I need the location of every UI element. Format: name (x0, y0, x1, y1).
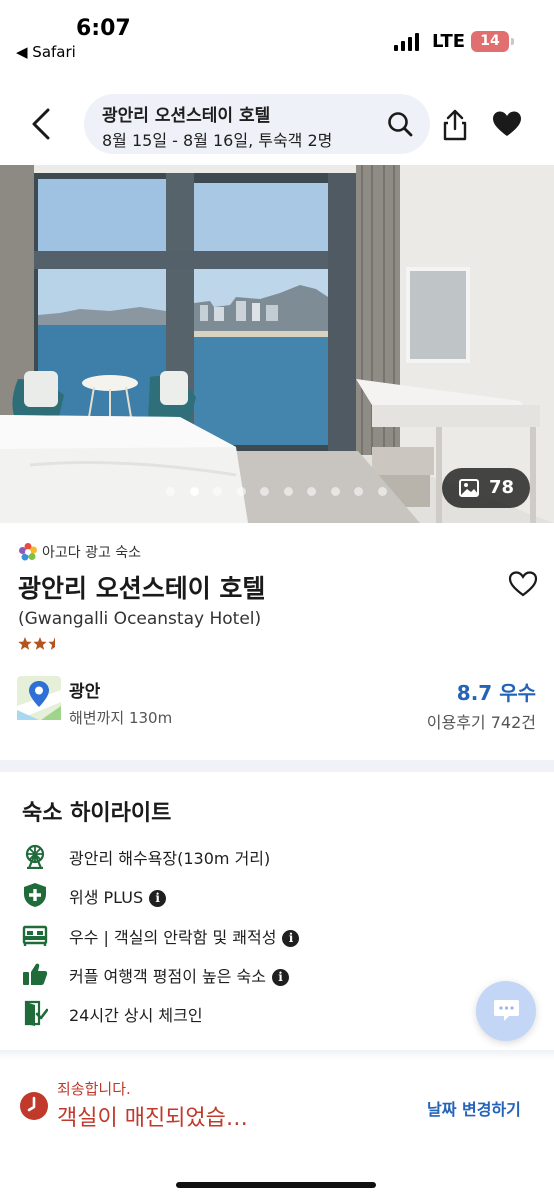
gallery-dot[interactable] (377, 487, 387, 496)
gallery-dot[interactable] (189, 487, 199, 496)
gallery-dot[interactable] (307, 487, 316, 496)
search-icon[interactable] (386, 110, 414, 138)
location-distance: 해변까지 130m (69, 709, 173, 727)
ad-tag-label: 아고다 광고 숙소 (42, 545, 142, 561)
highlight-label: 광안리 해수욕장(130m 거리) (69, 849, 271, 868)
highlight-label: 위생 PLUS (69, 888, 144, 907)
chat-bubble-icon (494, 1000, 519, 1021)
highlight-item-checkin: 24시간 상시 체크인 (22, 997, 522, 1029)
review-count[interactable]: 이용후기 742건 (427, 709, 536, 733)
section-divider (0, 760, 554, 772)
top-header: 광안리 오션스테이 호텔 8월 15일 - 8월 16일, 투숙객 2명 (0, 90, 554, 156)
hotel-name: 광안리 오션스테이 호텔 (18, 574, 266, 603)
search-summary-pill[interactable]: 광안리 오션스테이 호텔 8월 15일 - 8월 16일, 투숙객 2명 (84, 94, 430, 154)
hotel-name-english: (Gwangalli Oceanstay Hotel) (18, 609, 262, 629)
share-icon[interactable] (440, 108, 470, 142)
battery-icon: 14 (471, 31, 514, 52)
gallery-dot[interactable] (213, 487, 222, 496)
home-indicator[interactable] (176, 1182, 376, 1188)
photo-count-button[interactable]: 78 (442, 468, 530, 508)
back-button[interactable] (22, 104, 62, 144)
info-icon[interactable]: i (271, 969, 289, 986)
highlight-item-hygiene: 위생 PLUS i (22, 879, 522, 911)
highlight-item-couples: 커플 여행객 평점이 높은 숙소 i (22, 958, 522, 990)
review-score[interactable]: 8.7 우수 (457, 677, 536, 706)
photo-count: 78 (489, 477, 515, 498)
change-dates-button[interactable]: 날짜 변경하기 (427, 1096, 521, 1120)
health-shield-icon (24, 883, 46, 907)
back-icon (32, 108, 50, 140)
network-type: LTE (432, 31, 466, 52)
chat-button[interactable] (476, 981, 536, 1041)
gallery-dot[interactable] (354, 487, 363, 496)
info-icon[interactable]: i (149, 890, 167, 907)
bottom-bar-shadow (0, 1050, 554, 1060)
gallery-dot[interactable] (260, 487, 269, 496)
gallery-dot[interactable] (283, 487, 293, 496)
highlight-label: 24시간 상시 체크인 (69, 1006, 203, 1025)
search-hotel-name: 광안리 오션스테이 호텔 (102, 106, 271, 126)
highlight-label: 우수 | 객실의 안락함 및 쾌적성 (69, 928, 277, 947)
back-to-safari-link[interactable]: ◀ Safari (16, 43, 76, 61)
heart-icon[interactable] (492, 110, 522, 138)
thumbs-up-icon (23, 963, 48, 985)
heart-outline-icon[interactable] (508, 570, 538, 598)
checkin-door-icon (24, 1000, 48, 1026)
ferris-wheel-icon (25, 844, 45, 869)
info-icon[interactable]: i (282, 930, 300, 947)
status-bar: 6:07 ◀ Safari LTE 14 (0, 0, 554, 80)
star-rating-icon (18, 637, 55, 650)
cellular-signal-icon (394, 33, 420, 51)
highlight-label: 커플 여행객 평점이 높은 숙소 (69, 967, 266, 986)
agoda-logo-icon (19, 543, 37, 561)
sold-out-apology: 죄송합니다. (57, 1080, 131, 1098)
map-pin-icon[interactable] (17, 676, 61, 720)
highlight-item-beach: 광안리 해수욕장(130m 거리) (22, 840, 522, 872)
highlights-title: 숙소 하이라이트 (22, 801, 172, 826)
sold-out-message: 객실이 매진되었습… (57, 1106, 248, 1131)
search-dates-guests: 8월 15일 - 8월 16일, 투숙객 2명 (102, 131, 333, 150)
status-time: 6:07 (76, 16, 131, 41)
image-icon (459, 479, 479, 497)
bed-icon (22, 925, 48, 946)
highlight-item-comfort: 우수 | 객실의 안락함 및 쾌적성 i (22, 919, 522, 951)
alarm-clock-icon (20, 1092, 48, 1120)
location-name: 광안 (69, 682, 101, 702)
gallery-dot[interactable] (236, 487, 246, 496)
gallery-dot[interactable] (166, 487, 175, 496)
gallery-dot[interactable] (330, 487, 340, 496)
